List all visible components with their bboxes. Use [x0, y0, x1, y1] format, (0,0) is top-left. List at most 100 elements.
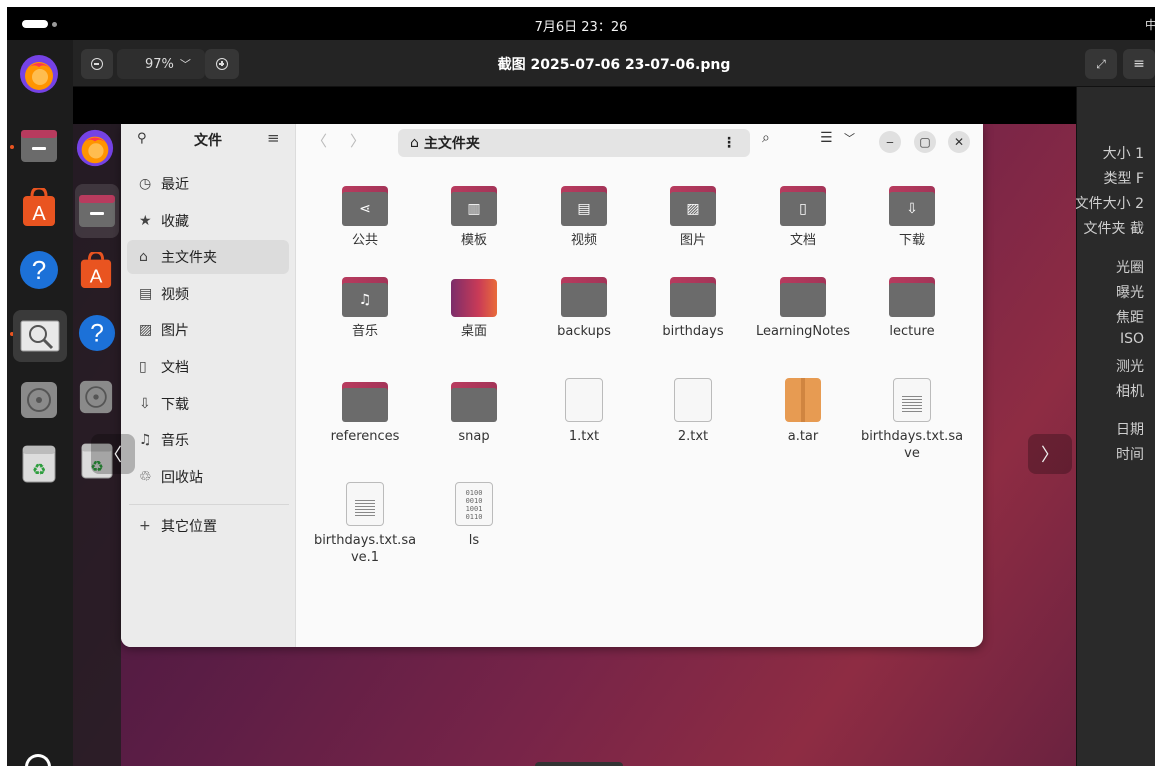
image-viewer-icon[interactable]	[13, 310, 67, 362]
sidebar-item-trash[interactable]: ♲ 回收站	[127, 460, 289, 494]
prop-iso: ISO	[1119, 331, 1144, 347]
sidebar-item-label: 其它位置	[161, 519, 217, 535]
hamburger-menu-icon: ≡	[1133, 56, 1145, 72]
file-label: a.tar	[787, 429, 819, 444]
path-bar[interactable]: ⌂ 主文件夹 ⋮	[398, 129, 750, 157]
prop-aperture: 光圈	[1116, 260, 1144, 276]
list-item[interactable]: ▯ 文档	[751, 186, 855, 249]
input-method-indicator[interactable]: 中	[1145, 16, 1155, 33]
chevron-left-icon: 〈	[104, 445, 122, 466]
current-location: 主文件夹	[423, 136, 480, 152]
list-item[interactable]: lecture	[860, 277, 964, 340]
sidebar-item-documents[interactable]: ▯ 文档	[127, 350, 289, 384]
list-item[interactable]: snap	[422, 382, 526, 445]
file-label: lecture	[889, 324, 935, 339]
list-item[interactable]: birthdays.txt.save	[860, 378, 964, 462]
screenshot-image: A ? ♻ ⚲ 文件 ≡ ◷ 最近 ★ 收藏 ⌂ 主文件夹 ▤ 视频 ▨ 图片 …	[73, 124, 1076, 766]
hamburger-menu-icon[interactable]: ≡	[267, 129, 280, 147]
files-header: 〈 〉 ⌂ 主文件夹 ⋮ ⌕ ☰ ﹀ ‒ ▢ ✕	[296, 124, 983, 160]
home-icon: ⌂	[410, 135, 419, 151]
minimize-button[interactable]: ‒	[879, 131, 901, 153]
main-menu-button[interactable]: ≡	[1123, 49, 1155, 79]
close-button[interactable]: ✕	[948, 131, 970, 153]
prop-type: 类型 F	[1103, 171, 1144, 187]
list-item[interactable]: LearningNotes	[751, 277, 855, 340]
help-icon[interactable]: ?	[17, 248, 61, 292]
download-icon: ⇩	[139, 396, 151, 412]
window-title: 截图 2025-07-06 23-07-06.png	[497, 57, 731, 73]
image-canvas[interactable]: A ? ♻ ⚲ 文件 ≡ ◷ 最近 ★ 收藏 ⌂ 主文件夹 ▤ 视频 ▨ 图片 …	[73, 87, 1076, 766]
list-item[interactable]: ⇩ 下载	[860, 186, 964, 249]
sidebar-item-other-locations[interactable]: + 其它位置	[127, 509, 289, 543]
desktop-screen: 7月6日 23：26 中 A ? ♻ 97% ﹀ 截图 2025-07-06 2…	[7, 7, 1155, 766]
back-button[interactable]: 〈	[312, 130, 327, 151]
sidebar-item-label: 图片	[161, 323, 189, 339]
forward-button[interactable]: 〉	[350, 130, 365, 151]
list-view-icon[interactable]: ☰	[820, 130, 833, 146]
search-files-icon[interactable]: ⌕	[762, 130, 770, 146]
more-options-icon[interactable]: ⋮	[722, 135, 736, 151]
sidebar-item-music[interactable]: ♫ 音乐	[127, 423, 289, 457]
archive-icon	[785, 378, 821, 422]
sidebar-item-home[interactable]: ⌂ 主文件夹	[127, 240, 289, 274]
list-item[interactable]: ▤ 视频	[532, 186, 636, 249]
folder-icon	[670, 277, 716, 317]
list-item[interactable]: 1.txt	[532, 378, 636, 445]
list-item[interactable]: ▥ 模板	[422, 186, 526, 249]
list-item[interactable]: 2.txt	[641, 378, 745, 445]
view-options-chevron-icon[interactable]: ﹀	[844, 130, 855, 146]
list-item[interactable]: birthdays	[641, 277, 745, 340]
list-item[interactable]: 桌面	[422, 277, 526, 340]
file-label: 视频	[570, 233, 597, 248]
files-icon[interactable]	[17, 124, 61, 168]
list-item[interactable]: references	[313, 382, 417, 445]
help-icon: ?	[78, 314, 116, 356]
fullscreen-button[interactable]: ⤢	[1085, 49, 1117, 79]
folder-icon	[780, 277, 826, 317]
chevron-right-icon: 〉	[1041, 445, 1059, 466]
app-center-icon[interactable]: A	[17, 186, 61, 230]
sidebar-item-label: 主文件夹	[161, 250, 217, 266]
list-item[interactable]: a.tar	[751, 378, 855, 445]
download-icon: ⇩	[889, 192, 935, 226]
list-item[interactable]: backups	[532, 277, 636, 340]
prop-size: 大小 1	[1102, 146, 1144, 162]
home-icon: ⌂	[139, 249, 148, 265]
sidebar-item-recent[interactable]: ◷ 最近	[127, 167, 289, 201]
disc-icon[interactable]	[17, 378, 61, 422]
folder-icon	[561, 277, 607, 317]
svg-text:A: A	[90, 266, 103, 287]
firefox-icon[interactable]	[17, 52, 61, 96]
list-item[interactable]: 0100 0010 1001 0110 ls	[422, 482, 526, 549]
recycle-bin-icon[interactable]: ♻	[17, 442, 61, 486]
list-item[interactable]: ⋖ 公共	[313, 186, 417, 249]
trash-icon: ♲	[139, 469, 152, 485]
search-icon[interactable]: ⚲	[137, 131, 147, 146]
prop-metering: 测光	[1116, 359, 1144, 375]
folder-icon	[889, 277, 935, 317]
sidebar-item-videos[interactable]: ▤ 视频	[127, 277, 289, 311]
sidebar-item-label: 收藏	[161, 214, 189, 230]
template-icon: ▥	[451, 192, 497, 226]
clock[interactable]: 7月6日 23：26	[7, 16, 1155, 35]
prop-exposure: 曝光	[1116, 285, 1144, 301]
folder-icon	[342, 382, 388, 422]
top-bar: 7月6日 23：26 中	[7, 7, 1155, 40]
firefox-icon	[75, 128, 115, 172]
list-item[interactable]: birthdays.txt.save.1	[313, 482, 417, 566]
file-label: 图片	[679, 233, 706, 248]
file-label: 桌面	[460, 324, 487, 339]
desktop-icon	[451, 277, 497, 317]
maximize-button[interactable]: ▢	[914, 131, 936, 153]
prop-folder[interactable]: 文件夹 截	[1084, 218, 1144, 238]
sidebar-item-starred[interactable]: ★ 收藏	[127, 204, 289, 238]
dock: A ? ♻	[7, 40, 73, 766]
list-item[interactable]: ♫ 音乐	[313, 277, 417, 340]
sidebar-item-downloads[interactable]: ⇩ 下载	[127, 387, 289, 421]
next-image-button[interactable]: 〉	[1028, 434, 1072, 474]
svg-text:?: ?	[32, 255, 46, 285]
list-item[interactable]: ▨ 图片	[641, 186, 745, 249]
previous-image-button[interactable]: 〈	[91, 434, 135, 474]
sidebar-item-pictures[interactable]: ▨ 图片	[127, 313, 289, 347]
show-apps-icon[interactable]	[25, 754, 51, 766]
